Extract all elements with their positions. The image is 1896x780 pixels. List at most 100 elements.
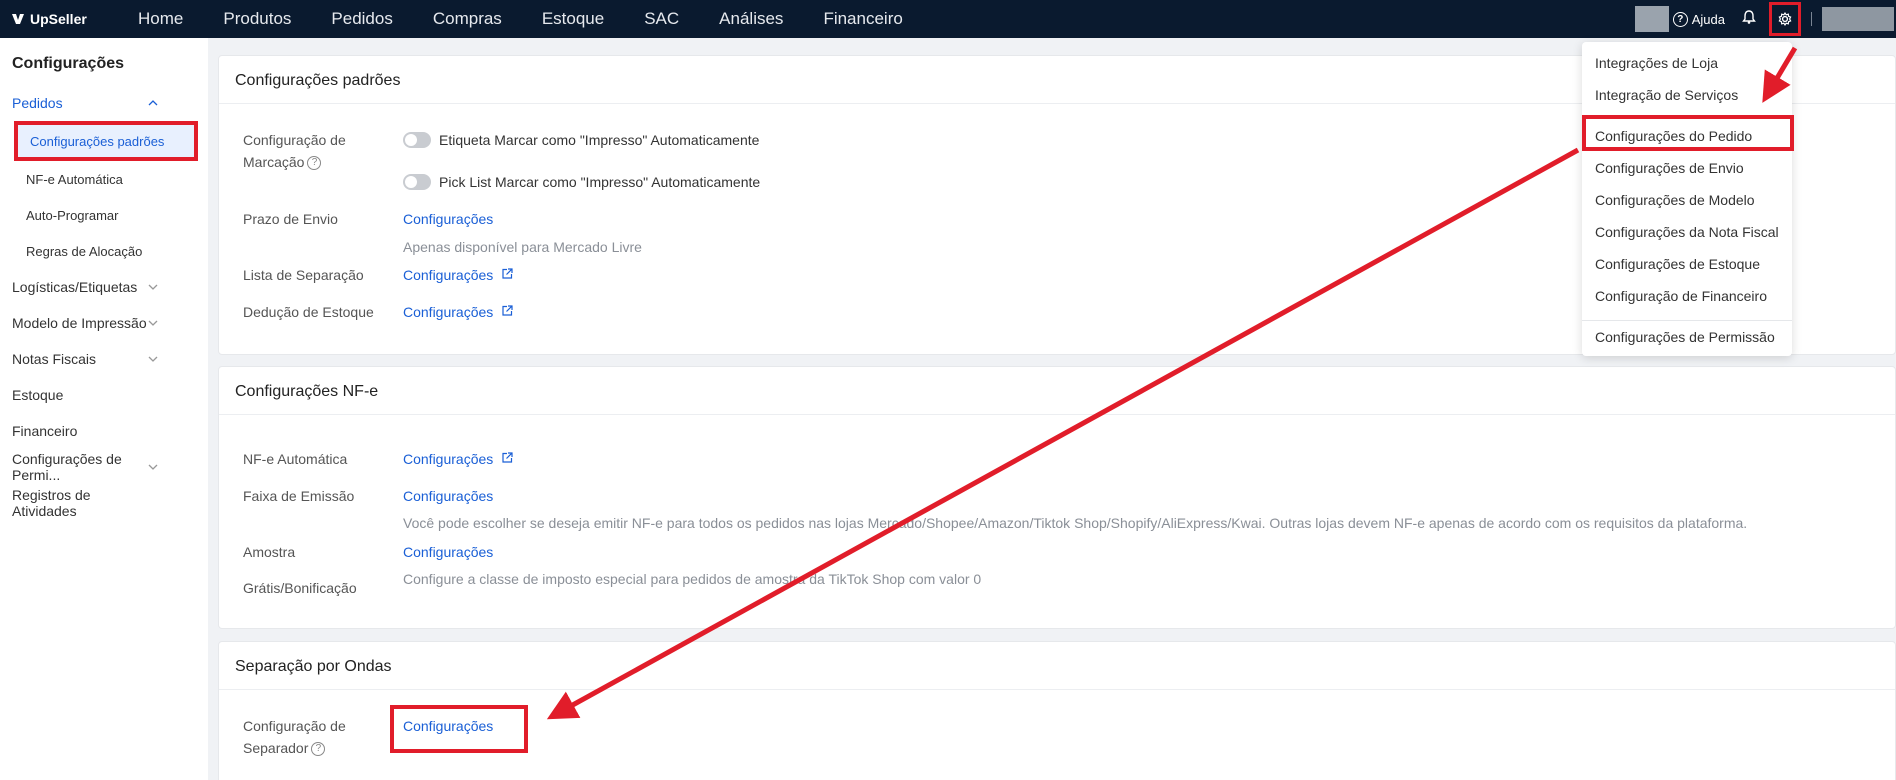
chevron-down-icon	[148, 282, 158, 293]
nav-compras[interactable]: Compras	[413, 9, 522, 29]
separador-label-text: Configuração de Separador	[243, 718, 346, 756]
lista-config-link[interactable]: Configurações	[403, 267, 493, 283]
deducao-label: Dedução de Estoque	[243, 304, 374, 320]
gratis-label: Grátis/Bonificação	[243, 580, 357, 596]
sidebar-group-pedidos-label: Pedidos	[12, 95, 63, 111]
sidebar-item-label: Modelo de Impressão	[12, 315, 147, 331]
user-account-blurred[interactable]	[1822, 7, 1894, 31]
settings-sidebar: Configurações Pedidos Configurações padr…	[0, 38, 208, 780]
nfe-auto-row: Configurações	[403, 451, 513, 467]
menu-divider	[1582, 320, 1792, 321]
lista-label: Lista de Separação	[243, 267, 364, 283]
question-circle-icon: ?	[1672, 11, 1688, 27]
toggle-row-picklist: Pick List Marcar como "Impresso" Automat…	[403, 174, 760, 190]
sidebar-item-label: Estoque	[12, 387, 64, 403]
nfe-auto-config-link[interactable]: Configurações	[403, 451, 493, 467]
sidebar-item-label: Notas Fiscais	[12, 351, 97, 367]
faixa-row: Configurações	[403, 488, 493, 504]
sidebar-item-auto-programar[interactable]: Auto-Programar	[0, 197, 208, 233]
nav-sac[interactable]: SAC	[624, 9, 699, 29]
sidebar-item-configuracoes-padroes[interactable]: Configurações padrões	[14, 121, 198, 161]
external-link-icon[interactable]	[501, 267, 513, 283]
external-link-icon[interactable]	[501, 451, 513, 467]
sidebar-item-registros[interactable]: Registros de Atividades	[0, 485, 208, 521]
card-configuracoes-nfe: Configurações NF-e NF-e Automática Confi…	[218, 366, 1896, 629]
gear-icon	[1778, 12, 1792, 26]
help-button[interactable]: ? Ajuda	[1672, 11, 1725, 27]
deducao-config-link[interactable]: Configurações	[403, 304, 493, 320]
main-nav: Home Produtos Pedidos Compras Estoque SA…	[118, 9, 923, 29]
amostra-label: Amostra	[243, 544, 296, 560]
marcacao-label: Configuração de Marcação?	[243, 129, 363, 173]
annotation-highlight-box	[390, 705, 528, 753]
card-title: Separação por Ondas	[219, 642, 1895, 690]
toolbar-divider	[1811, 12, 1812, 26]
lista-row: Configurações	[403, 267, 513, 283]
sidebar-item-financeiro[interactable]: Financeiro	[0, 413, 208, 449]
picklist-toggle[interactable]	[403, 174, 431, 190]
nav-estoque[interactable]: Estoque	[522, 9, 624, 29]
nav-analises[interactable]: Análises	[699, 9, 803, 29]
sidebar-item-regras-alocacao[interactable]: Regras de Alocação	[0, 233, 208, 269]
top-navbar: UpSeller Home Produtos Pedidos Compras E…	[0, 0, 1896, 38]
menu-item-integracao-servicos[interactable]: Integração de Serviços	[1595, 87, 1738, 103]
menu-item-configuracoes-envio[interactable]: Configurações de Envio	[1595, 160, 1744, 176]
sidebar-item-permissao[interactable]: Configurações de Permi...	[0, 449, 208, 485]
menu-item-configuracoes-permissao[interactable]: Configurações de Permissão	[1595, 329, 1775, 345]
shop-selector-blurred[interactable]	[1634, 6, 1669, 32]
upseller-logo-icon	[12, 14, 24, 24]
faixa-note: Você pode escolher se deseja emitir NF-e…	[403, 515, 1748, 531]
nav-financeiro[interactable]: Financeiro	[803, 9, 922, 29]
sidebar-item-logisticas[interactable]: Logísticas/Etiquetas	[0, 269, 208, 305]
sidebar-title: Configurações	[12, 55, 125, 72]
bell-icon[interactable]	[1741, 9, 1757, 30]
help-label: Ajuda	[1691, 11, 1725, 27]
help-circle-icon[interactable]: ?	[311, 742, 326, 757]
amostra-config-link[interactable]: Configurações	[403, 544, 493, 560]
menu-item-configuracao-financeiro[interactable]: Configuração de Financeiro	[1595, 288, 1767, 304]
upseller-logo[interactable]: UpSeller	[10, 11, 118, 27]
nav-home[interactable]: Home	[118, 9, 203, 29]
faixa-label: Faixa de Emissão	[243, 488, 355, 504]
sidebar-item-nfe-automatica[interactable]: NF-e Automática	[0, 161, 208, 197]
prazo-row: Configurações	[403, 211, 493, 227]
nav-pedidos[interactable]: Pedidos	[311, 9, 412, 29]
amostra-row: Configurações	[403, 544, 493, 560]
sidebar-group-pedidos[interactable]: Pedidos	[0, 85, 208, 121]
menu-item-integracoes-loja[interactable]: Integrações de Loja	[1595, 55, 1718, 71]
separador-label: Configuração de Separador?	[243, 715, 363, 759]
chevron-up-icon	[148, 98, 158, 109]
deducao-row: Configurações	[403, 304, 513, 320]
chevron-down-icon	[148, 318, 158, 329]
sidebar-item-estoque[interactable]: Estoque	[0, 377, 208, 413]
nav-produtos[interactable]: Produtos	[203, 9, 311, 29]
menu-item-configuracoes-estoque[interactable]: Configurações de Estoque	[1595, 256, 1760, 272]
faixa-config-link[interactable]: Configurações	[403, 488, 493, 504]
prazo-config-link[interactable]: Configurações	[403, 211, 493, 227]
marcacao-label-text: Configuração de Marcação	[243, 132, 346, 170]
menu-item-configuracoes-pedido[interactable]: Configurações do Pedido	[1595, 128, 1752, 144]
card-title: Configurações NF-e	[219, 367, 1895, 415]
etiqueta-toggle-label: Etiqueta Marcar como "Impresso" Automati…	[439, 132, 760, 148]
external-link-icon[interactable]	[501, 304, 513, 320]
top-right-actions: ? Ajuda	[1634, 0, 1896, 38]
gratis-note: Configure a classe de imposto especial p…	[403, 571, 982, 587]
sidebar-item-modelo-impressao[interactable]: Modelo de Impressão	[0, 305, 208, 341]
help-circle-icon[interactable]: ?	[307, 156, 322, 171]
sidebar-item-label: Logísticas/Etiquetas	[12, 279, 138, 295]
prazo-label: Prazo de Envio	[243, 211, 338, 227]
sidebar-item-label: Financeiro	[12, 423, 78, 439]
etiqueta-toggle[interactable]	[403, 132, 431, 148]
sidebar-item-notas-fiscais[interactable]: Notas Fiscais	[0, 341, 208, 377]
prazo-note: Apenas disponível para Mercado Livre	[403, 239, 642, 255]
sidebar-item-label: Registros de Atividades	[12, 487, 91, 519]
chevron-down-icon	[148, 354, 158, 365]
menu-item-configuracoes-modelo[interactable]: Configurações de Modelo	[1595, 192, 1755, 208]
menu-item-configuracoes-nota-fiscal[interactable]: Configurações da Nota Fiscal	[1595, 224, 1779, 240]
sidebar-item-label: Configurações de Permi...	[12, 451, 122, 483]
chevron-down-icon	[148, 462, 158, 473]
picklist-toggle-label: Pick List Marcar como "Impresso" Automat…	[439, 174, 761, 190]
settings-gear-button[interactable]	[1769, 2, 1801, 36]
toggle-row-etiqueta: Etiqueta Marcar como "Impresso" Automati…	[403, 132, 759, 148]
brand-name: UpSeller	[30, 11, 87, 27]
